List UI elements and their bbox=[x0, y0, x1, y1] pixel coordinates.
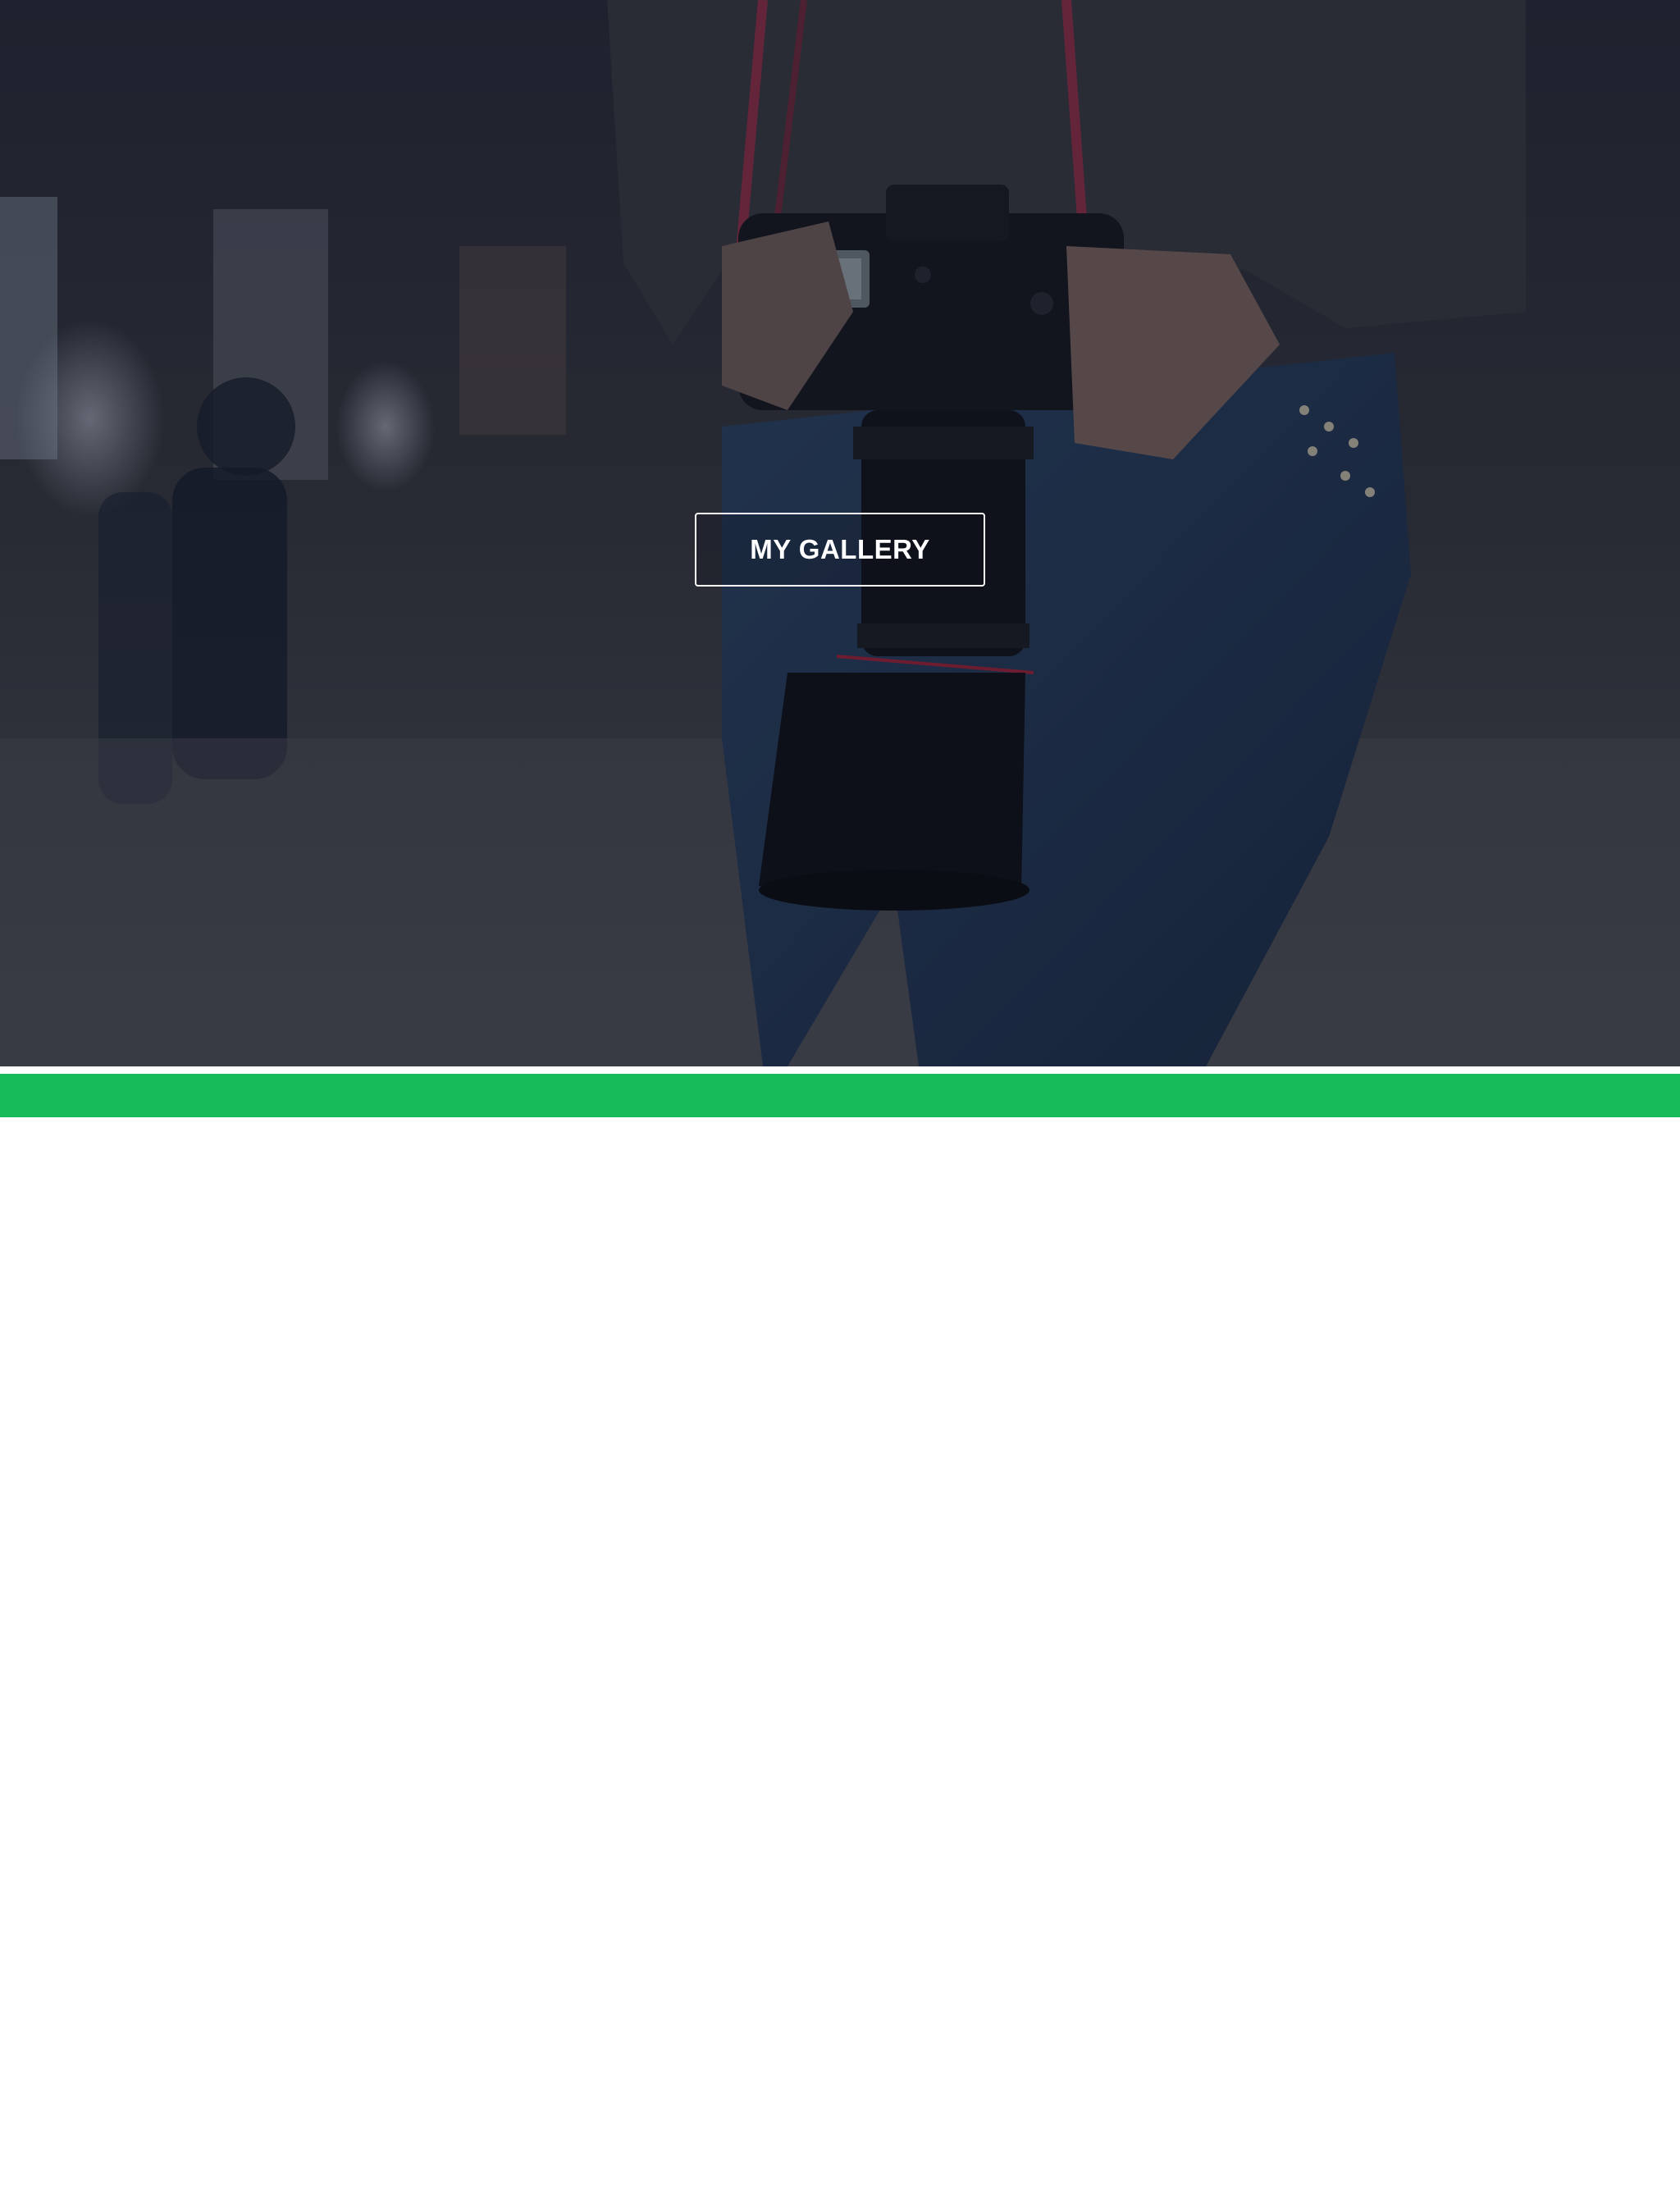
nav-bar bbox=[0, 1074, 1680, 2196]
content-area bbox=[0, 1117, 1680, 1260]
hero-section: MY GALLERY bbox=[0, 0, 1680, 1066]
my-gallery-button[interactable]: MY GALLERY bbox=[695, 513, 985, 587]
active-tab-indicator[interactable] bbox=[706, 2180, 824, 2196]
hero-divider bbox=[0, 1066, 1680, 1074]
